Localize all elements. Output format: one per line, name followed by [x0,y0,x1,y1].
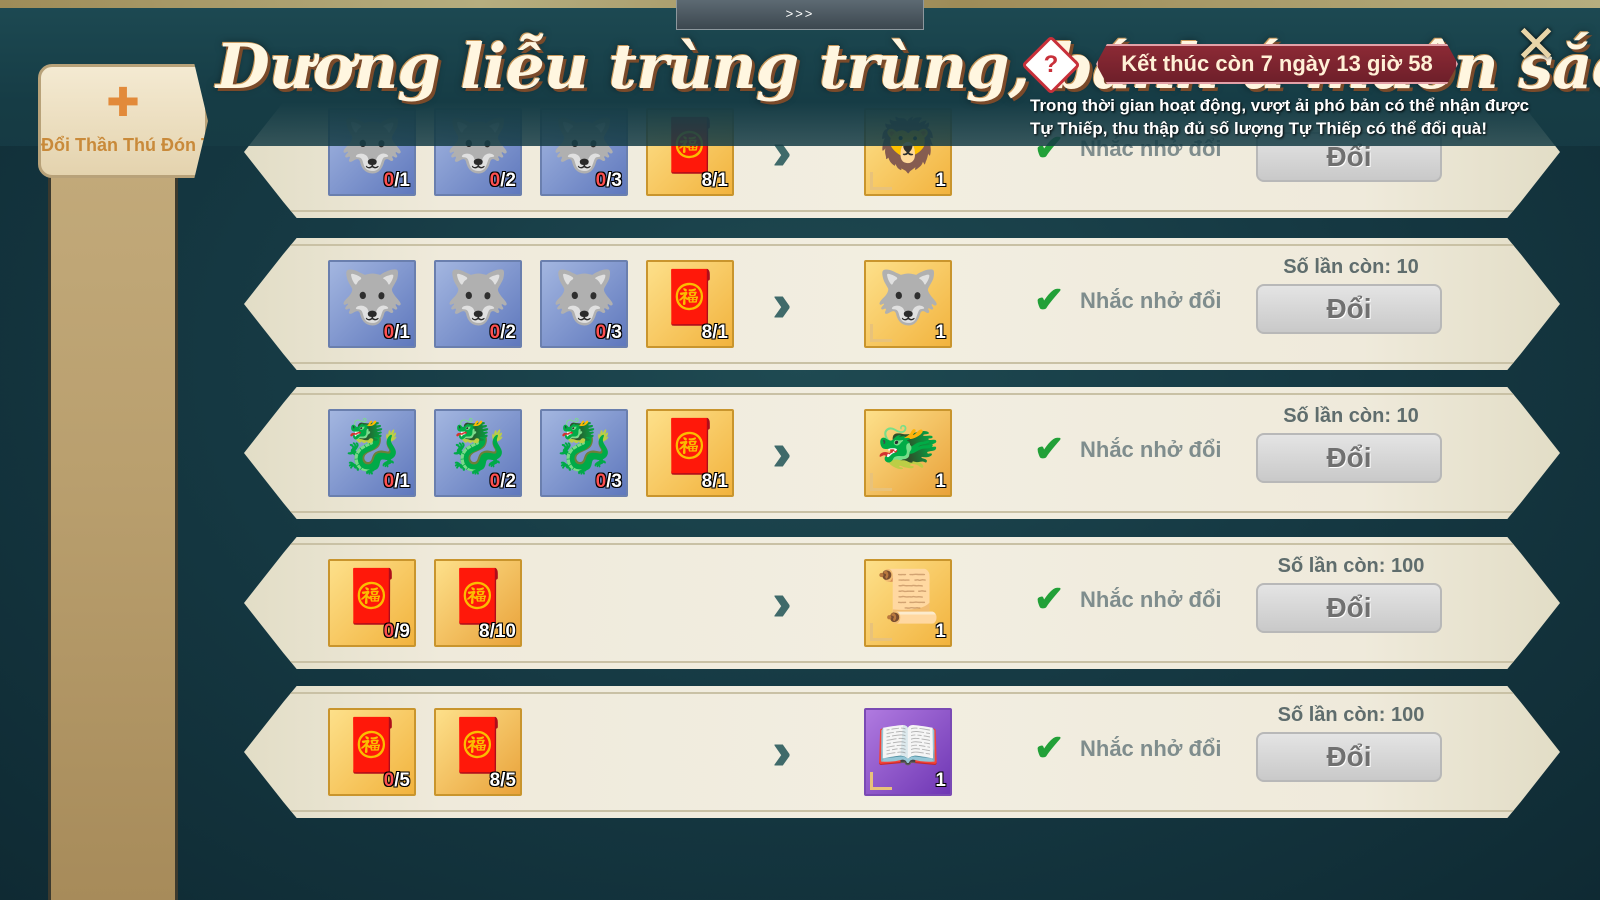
reward-item[interactable]: 🐲 1 [864,409,952,497]
remaining-count: Số lần còn: 10 [1283,405,1419,427]
exchange-row: 🧧 0/9 🧧 8/10 ›› 📜 1 ✔ Nhắc nhở đổi Số lần còn: 10… [244,537,1560,669]
scroll-icon: 📜 [875,568,941,626]
green-dragon-icon: 🐉 [339,418,405,476]
material-count: 8/1 [701,471,728,492]
material-item[interactable]: 🧧 8/1 [646,409,734,497]
reward-item[interactable]: 🐺 1 [864,260,952,348]
material-item[interactable]: 🐉 0/3 [540,409,628,497]
material-count: 0/5 [383,770,410,791]
green-dragon-icon: 🐉 [445,418,511,476]
envelope-icon: 🧧 [445,717,511,775]
double-chevron-right-icon: ›› [772,273,792,333]
remind-label[interactable]: Nhắc nhở đổi [1080,736,1222,762]
material-count: 8/5 [489,770,516,791]
envelope-icon: 🧧 [657,269,723,327]
book-icon: 📖 [875,717,941,775]
checkmark-icon[interactable]: ✔ [1034,730,1064,766]
remaining-count: Số lần còn: 10 [1283,256,1419,278]
material-item[interactable]: 🐺 0/1 [328,260,416,348]
material-count: 0/1 [383,471,410,492]
gold-dragon-icon: 🐲 [875,418,941,476]
event-description: Trong thời gian hoạt động, vượt ải phó b… [1030,96,1530,138]
material-item[interactable]: 🧧 0/9 [328,559,416,647]
material-item[interactable]: 🐉 0/1 [328,409,416,497]
remaining-count: Số lần còn: 100 [1277,555,1425,577]
red-envelope-icon: 🧧 [339,717,405,775]
purple-wolf-icon: 🐺 [445,269,511,327]
tier-icon [870,623,892,641]
material-item[interactable]: 🧧 8/10 [434,559,522,647]
purple-wolf-icon: 🐺 [339,269,405,327]
exchange-button[interactable]: Đổi [1256,284,1442,334]
envelope-icon: 🧧 [657,418,723,476]
material-count: 0/2 [489,471,516,492]
material-count: 8/10 [479,621,516,642]
tier-icon [870,772,892,790]
reward-count: 1 [935,621,946,642]
white-wolf-icon: 🐺 [875,269,941,327]
material-count: 8/1 [701,170,728,191]
material-item[interactable]: 🧧 0/5 [328,708,416,796]
material-count: 0/1 [383,322,410,343]
reward-count: 1 [935,770,946,791]
exchange-button[interactable]: Đổi [1256,583,1442,633]
material-count: 0/3 [595,170,622,191]
double-chevron-right-icon: ›› [772,572,792,632]
red-envelope-icon: 🧧 [339,568,405,626]
material-count: 0/1 [383,170,410,191]
reward-count: 1 [935,322,946,343]
double-chevron-right-icon: ›› [772,422,792,482]
sidebar-tab-label: Đổi Thần Thú Đón Tết [41,135,205,155]
material-item[interactable]: 🐺 0/3 [540,260,628,348]
material-count: 8/1 [701,322,728,343]
event-timer: Kết thúc còn 7 ngày 13 giờ 58 phút [1096,44,1458,84]
close-icon[interactable]: ✕ [1508,18,1564,74]
material-count: 0/3 [595,471,622,492]
remind-label[interactable]: Nhắc nhở đổi [1080,288,1222,314]
reward-count: 1 [935,170,946,191]
material-item[interactable]: 🧧 8/1 [646,260,734,348]
checkmark-icon[interactable]: ✔ [1034,581,1064,617]
exchange-button[interactable]: Đổi [1256,732,1442,782]
reward-item[interactable]: 📜 1 [864,559,952,647]
material-item[interactable]: 🐉 0/2 [434,409,522,497]
envelope-icon: 🧧 [445,568,511,626]
material-count: 0/2 [489,322,516,343]
tier-icon [870,324,892,342]
remaining-count: Số lần còn: 100 [1277,704,1425,726]
reward-count: 1 [935,471,946,492]
material-item[interactable]: 🐺 0/2 [434,260,522,348]
reward-item[interactable]: 📖 1 [864,708,952,796]
green-dragon-icon: 🐉 [551,418,617,476]
double-chevron-right-icon: ›› [772,721,792,781]
exchange-row: 🐉 0/1 🐉 0/2 🐉 0/3 🧧 8/1 ›› 🐲 1 ✔ Nhắc nhở đổi Số lần … [244,387,1560,519]
checkmark-icon[interactable]: ✔ [1034,282,1064,318]
sidebar-tab-exchange[interactable]: ✚ Đổi Thần Thú Đón Tết [38,64,208,178]
material-count: 0/3 [595,322,622,343]
material-count: 0/2 [489,170,516,191]
sidebar [48,60,178,900]
tier-icon [870,473,892,491]
remind-label[interactable]: Nhắc nhở đổi [1080,437,1222,463]
exchange-button[interactable]: Đổi [1256,433,1442,483]
material-count: 0/9 [383,621,410,642]
remind-label[interactable]: Nhắc nhở đổi [1080,587,1222,613]
puzzle-icon: ✚ [106,81,140,125]
tier-icon [870,172,892,190]
exchange-row: 🐺 0/1 🐺 0/2 🐺 0/3 🧧 8/1 ›› 🐺 1 ✔ Nhắc nhở đổi Số lần … [244,238,1560,370]
exchange-row: 🧧 0/5 🧧 8/5 ›› 📖 1 ✔ Nhắc nhở đổi Số lần còn: 100… [244,686,1560,818]
checkmark-icon[interactable]: ✔ [1034,431,1064,467]
purple-wolf-icon: 🐺 [551,269,617,327]
material-item[interactable]: 🧧 8/5 [434,708,522,796]
expand-tab[interactable]: >>> [676,0,924,30]
